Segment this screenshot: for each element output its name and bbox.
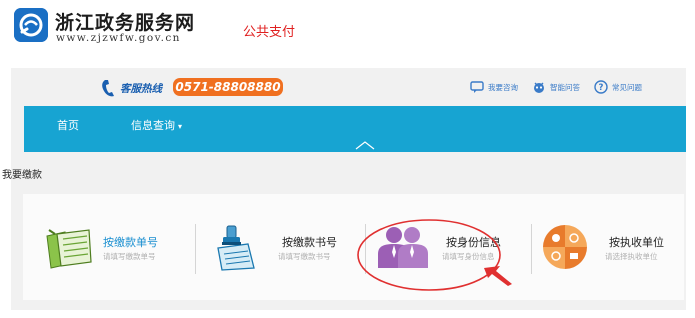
- section-title: 我要缴款: [2, 170, 42, 181]
- site-header: 浙江政务服务网 www.zjzwfw.gov.cn 公共支付: [0, 0, 695, 58]
- nav-item-home[interactable]: 首页: [57, 117, 79, 133]
- nav-item-label: 信息查询: [131, 119, 175, 132]
- nav-item-label: 首页: [57, 119, 79, 132]
- top-links: 我要咨询 智能问答 ? 常见问题: [470, 79, 642, 95]
- top-link-label: 智能问答: [550, 82, 580, 92]
- nav-bar: 首页 信息查询 ▾: [24, 106, 686, 152]
- method-desc: 请填写缴款单号: [103, 252, 156, 261]
- site-domain: www.zjzwfw.gov.cn: [56, 32, 181, 44]
- method-title: 按执收单位: [609, 236, 664, 249]
- method-desc: 请选择执收单位: [605, 252, 658, 261]
- site-name[interactable]: 浙江政务服务网: [55, 8, 195, 35]
- chat-icon: [470, 81, 484, 93]
- page-tag: 公共支付: [243, 25, 296, 40]
- main-panel: 客服热线 0571-88808880 我要咨询 智能问答 ? 常见问题 首页 信…: [2, 68, 686, 310]
- top-link-faq[interactable]: ? 常见问题: [594, 79, 642, 95]
- stamp-document-icon: [217, 225, 255, 271]
- chevron-up-icon: [355, 141, 375, 150]
- hotline-number: 0571-88808880: [173, 78, 283, 96]
- method-desc: 请填写缴款书号: [278, 252, 331, 261]
- hotline-label: 客服热线: [120, 83, 162, 95]
- top-link-label: 我要咨询: [488, 82, 518, 92]
- nav-item-info-query[interactable]: 信息查询 ▾: [131, 117, 182, 133]
- top-link-smart-qa[interactable]: 智能问答: [532, 79, 580, 95]
- site-logo-icon[interactable]: [14, 8, 48, 42]
- help-circle-icon: ?: [594, 80, 608, 94]
- page: 浙江政务服务网 www.zjzwfw.gov.cn 公共支付 客服热线 0571…: [0, 0, 695, 318]
- top-link-label: 常见问题: [612, 82, 642, 92]
- chevron-down-icon: ▾: [178, 122, 183, 131]
- method-by-payment-number[interactable]: 按缴款单号 请填写缴款单号: [23, 194, 193, 300]
- method-by-collecting-unit[interactable]: 按执收单位 请选择执收单位: [532, 194, 684, 300]
- robot-icon: [534, 82, 544, 93]
- top-link-consult[interactable]: 我要咨询: [470, 79, 518, 95]
- method-title: 按缴款书号: [282, 236, 337, 249]
- phone-icon: [102, 80, 114, 97]
- annotation-arrow: [484, 266, 512, 286]
- org-unit-icon: [543, 225, 587, 269]
- payment-methods: 按缴款单号 请填写缴款单号 按缴款书号 请填写缴款书号 按身份信息 请填写身份信…: [23, 194, 684, 300]
- method-by-notice-number[interactable]: 按缴款书号 请填写缴款书号: [196, 194, 366, 300]
- receipt-icon: [46, 229, 92, 269]
- method-title: 按缴款单号: [103, 236, 158, 249]
- svg-text:?: ?: [599, 83, 604, 93]
